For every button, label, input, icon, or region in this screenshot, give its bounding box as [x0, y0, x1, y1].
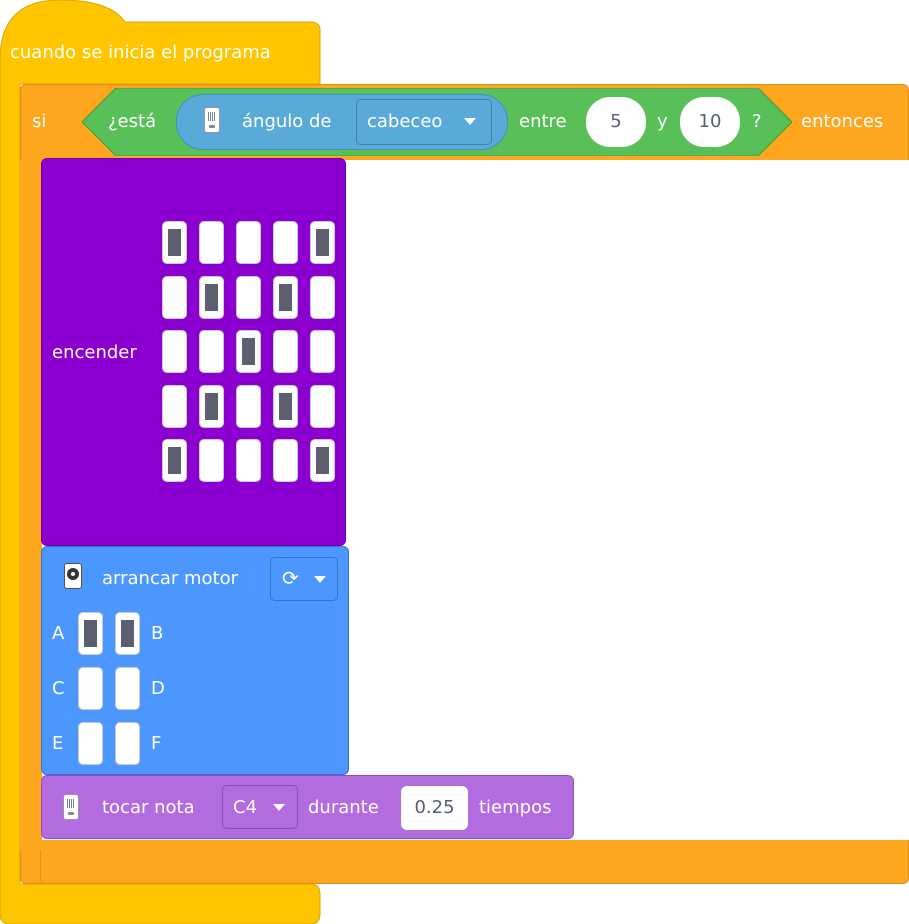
axis-dropdown-value: cabeceo [367, 111, 443, 132]
chevron-down-icon [273, 804, 285, 811]
led-cell[interactable] [162, 330, 187, 373]
led-cell[interactable] [310, 384, 335, 428]
led-cell[interactable] [273, 221, 298, 264]
and-label: y [657, 111, 668, 132]
chevron-down-icon [464, 118, 476, 125]
port-toggle[interactable] [78, 722, 103, 765]
led-cell[interactable] [310, 221, 335, 264]
hat-label: cuando se inicia el programa [10, 42, 271, 63]
port-toggle[interactable] [115, 667, 140, 710]
led-cell[interactable] [236, 384, 261, 428]
motor-direction-dropdown[interactable] [270, 557, 338, 601]
tone-block-label: tocar nota [102, 797, 195, 818]
condition-prefix: ¿está [108, 111, 157, 132]
port-toggle[interactable] [115, 612, 140, 655]
motor-icon [64, 563, 82, 589]
led-cell[interactable] [199, 221, 224, 264]
port-toggle[interactable] [78, 612, 103, 655]
led-cell[interactable] [310, 330, 335, 373]
led-cell[interactable] [236, 439, 261, 482]
port-label: C [52, 678, 65, 699]
led-cell[interactable] [162, 439, 187, 482]
led-cell[interactable] [162, 275, 187, 319]
led-cell[interactable] [236, 330, 261, 373]
between-label: entre [519, 111, 567, 132]
port-toggle[interactable] [78, 667, 103, 710]
led-cell[interactable] [273, 384, 298, 428]
clockwise-arrow-icon: ⟳ [282, 566, 299, 590]
microbit-board-icon [204, 107, 220, 133]
port-toggle[interactable] [115, 722, 140, 765]
led-cell[interactable] [236, 221, 261, 264]
port-label: F [151, 733, 162, 754]
if-block-bottom [40, 840, 909, 884]
led-block-label: encender [52, 342, 137, 363]
question-mark: ? [752, 111, 762, 132]
led-cell[interactable] [162, 384, 187, 428]
led-cell[interactable] [310, 275, 335, 319]
sensor-label: ángulo de [242, 111, 332, 132]
motor-block-label: arrancar motor [102, 568, 239, 589]
chevron-down-icon [314, 576, 326, 583]
led-cell[interactable] [162, 221, 187, 264]
port-label: B [151, 623, 164, 644]
unit-label: tiempos [479, 797, 552, 818]
if-entonces-label: entonces [801, 111, 884, 132]
led-cell[interactable] [199, 384, 224, 428]
high-value-input[interactable]: 10 [680, 97, 740, 147]
led-cell[interactable] [199, 275, 224, 319]
duration-label: durante [308, 797, 379, 818]
note-dropdown-value: C4 [233, 797, 258, 818]
led-cell[interactable] [273, 275, 298, 319]
led-cell[interactable] [273, 330, 298, 373]
if-block-arm [20, 160, 42, 850]
led-cell[interactable] [273, 439, 298, 482]
microbit-board-icon [63, 794, 79, 820]
led-cell[interactable] [199, 439, 224, 482]
led-cell[interactable] [236, 275, 261, 319]
led-cell[interactable] [199, 330, 224, 373]
duration-input[interactable]: 0.25 [401, 786, 468, 830]
port-label: D [151, 678, 165, 699]
low-value-input[interactable]: 5 [586, 97, 646, 147]
if-si-label: si [32, 111, 47, 132]
port-label: E [52, 733, 64, 754]
port-label: A [52, 623, 65, 644]
led-cell[interactable] [310, 439, 335, 482]
